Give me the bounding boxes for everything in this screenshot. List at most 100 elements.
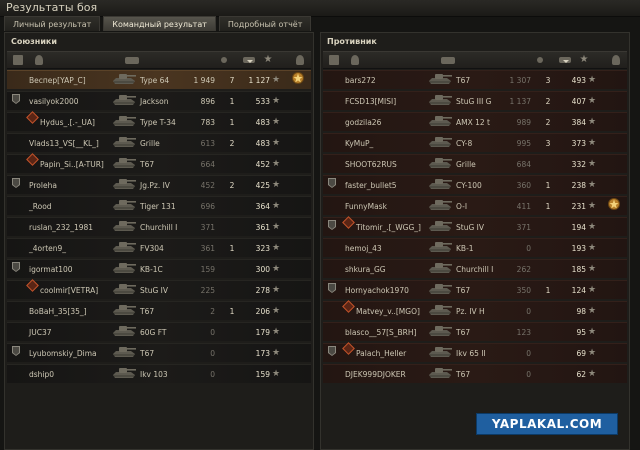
star-icon[interactable]: ★ bbox=[263, 55, 273, 65]
score-value: 452 bbox=[255, 160, 270, 169]
player-name[interactable]: vasilyok2000 bbox=[29, 92, 79, 111]
player-name[interactable]: Papin_Si..[A-TUR] bbox=[40, 155, 104, 174]
dot-icon[interactable] bbox=[221, 57, 227, 63]
player-row[interactable]: igormat100 KB-1C 159 300 ★ bbox=[7, 259, 311, 278]
player-row[interactable]: Titomir_.[_WGG_] StuG IV 371 194 ★ bbox=[323, 216, 627, 237]
player-name[interactable]: Hornyachok1970 bbox=[345, 281, 409, 300]
player-name[interactable]: _Rood bbox=[29, 197, 52, 216]
player-name[interactable]: DJEK999DJOKER bbox=[345, 365, 406, 384]
player-row[interactable]: Proleha Jg.Pz. IV 452 2 425 ★ bbox=[7, 175, 311, 194]
player-row[interactable]: ruslan_232_1981 Churchill I 371 361 ★ bbox=[7, 217, 311, 236]
player-row[interactable]: DJEK999DJOKER T67 0 62 ★ bbox=[323, 364, 627, 383]
person-icon-2[interactable] bbox=[612, 55, 620, 65]
player-row[interactable]: KyMuP_ CY-8 995 3 373 ★ bbox=[323, 133, 627, 152]
square-icon[interactable] bbox=[13, 55, 23, 65]
medal-icon[interactable] bbox=[291, 71, 305, 85]
player-row[interactable]: blasco__57[S_BRH] T67 123 95 ★ bbox=[323, 322, 627, 341]
kills-value: 1 bbox=[545, 202, 551, 211]
person-icon[interactable] bbox=[35, 55, 43, 65]
player-name[interactable]: faster_bullet5 bbox=[345, 176, 397, 195]
player-name[interactable]: igormat100 bbox=[29, 260, 73, 279]
tab-personal-result[interactable]: Личный результат bbox=[4, 16, 101, 31]
player-row[interactable]: coolmir[VETRA] StuG IV 225 278 ★ bbox=[7, 279, 311, 300]
star-icon: ★ bbox=[588, 264, 597, 274]
player-row[interactable]: BoBaH_35[35_] T67 2 1 206 ★ bbox=[7, 301, 311, 320]
tank-icon bbox=[111, 71, 137, 85]
player-name[interactable]: Palach_Heller bbox=[356, 344, 406, 363]
damage-value: 411 bbox=[516, 202, 531, 211]
player-row[interactable]: FCSD13[MISI] StuG III G 1 137 2 407 ★ bbox=[323, 91, 627, 110]
player-name[interactable]: coolmir[VETRA] bbox=[40, 281, 98, 300]
tank-name: StuG IV bbox=[140, 286, 168, 295]
star-icon: ★ bbox=[588, 96, 597, 106]
player-name[interactable]: _4orten9_ bbox=[29, 239, 66, 258]
player-name[interactable]: ruslan_232_1981 bbox=[29, 218, 93, 237]
player-name[interactable]: Веспер[YAP_C] bbox=[29, 71, 86, 90]
player-row-self[interactable]: Веспер[YAP_C] Type 64 1 949 7 1 127 ★ bbox=[7, 70, 311, 89]
player-row[interactable]: Hydus_.[.-_UA] Type T-34 783 1 483 ★ bbox=[7, 111, 311, 132]
tank-icon bbox=[111, 155, 137, 169]
player-row[interactable]: dship0 Ikv 103 0 159 ★ bbox=[7, 364, 311, 383]
player-name[interactable]: Proleha bbox=[29, 176, 57, 195]
dot-icon[interactable] bbox=[537, 57, 543, 63]
tank-icon bbox=[427, 260, 453, 274]
tank-icon[interactable] bbox=[125, 57, 139, 64]
tab-team-result[interactable]: Командный результат bbox=[103, 16, 216, 31]
player-row[interactable]: Matvey_v..[MGO] Pz. IV H 0 98 ★ bbox=[323, 300, 627, 321]
player-name[interactable]: blasco__57[S_BRH] bbox=[345, 323, 416, 342]
kills-value: 2 bbox=[545, 118, 551, 127]
medal-icon[interactable] bbox=[607, 197, 621, 211]
player-name[interactable]: godzila26 bbox=[345, 113, 381, 132]
player-row[interactable]: bars272 T67 1 307 3 493 ★ bbox=[323, 70, 627, 89]
player-name[interactable]: dship0 bbox=[29, 365, 54, 384]
player-row[interactable]: _Rood Tiger 131 696 364 ★ bbox=[7, 196, 311, 215]
player-row[interactable]: SHOOT62RUS Grille 684 332 ★ bbox=[323, 154, 627, 173]
player-row[interactable]: shkura_GG Churchill I 262 185 ★ bbox=[323, 259, 627, 278]
star-icon: ★ bbox=[272, 159, 281, 169]
kills-value: 3 bbox=[545, 139, 551, 148]
tank-name: Ikv 103 bbox=[140, 370, 168, 379]
player-row[interactable]: Papin_Si..[A-TUR] T67 664 452 ★ bbox=[7, 153, 311, 174]
tank-name: Jg.Pz. IV bbox=[140, 181, 170, 190]
player-name[interactable]: KyMuP_ bbox=[345, 134, 373, 153]
damage-value: 159 bbox=[200, 265, 215, 274]
player-row[interactable]: FunnyMask O-I 411 1 231 ★ bbox=[323, 196, 627, 215]
player-name[interactable]: BoBaH_35[35_] bbox=[29, 302, 87, 321]
player-row[interactable]: vasilyok2000 Jackson 896 1 533 ★ bbox=[7, 91, 311, 110]
person-icon[interactable] bbox=[351, 55, 359, 65]
tank-name: AMX 12 t bbox=[456, 118, 490, 127]
player-name[interactable]: Hydus_.[.-_UA] bbox=[40, 113, 95, 132]
player-row[interactable]: JUC37 60G FT 0 179 ★ bbox=[7, 322, 311, 341]
player-name[interactable]: Vlads13_VS[__KL_] bbox=[29, 134, 99, 153]
tank-icon[interactable] bbox=[441, 57, 455, 64]
player-name[interactable]: Titomir_.[_WGG_] bbox=[356, 218, 421, 237]
player-row[interactable]: _4orten9_ FV304 361 1 323 ★ bbox=[7, 238, 311, 257]
player-name[interactable]: SHOOT62RUS bbox=[345, 155, 397, 174]
player-name[interactable]: bars272 bbox=[345, 71, 376, 90]
player-name[interactable]: JUC37 bbox=[29, 323, 51, 342]
damage-value: 896 bbox=[200, 97, 215, 106]
square-icon[interactable] bbox=[329, 55, 339, 65]
player-row[interactable]: Lyubomskiy_Dima T67 0 173 ★ bbox=[7, 343, 311, 362]
player-row[interactable]: hemoj_43 KB-1 0 193 ★ bbox=[323, 238, 627, 257]
tab-detailed-report[interactable]: Подробный отчёт bbox=[218, 16, 312, 31]
player-row[interactable]: Palach_Heller Ikv 65 II 0 69 ★ bbox=[323, 342, 627, 363]
score-value: 185 bbox=[571, 265, 586, 274]
player-row[interactable]: godzila26 AMX 12 t 989 2 384 ★ bbox=[323, 112, 627, 131]
player-name[interactable]: Matvey_v..[MGO] bbox=[356, 302, 420, 321]
player-name[interactable]: Lyubomskiy_Dima bbox=[29, 344, 97, 363]
star-icon[interactable]: ★ bbox=[579, 55, 589, 65]
player-name[interactable]: FCSD13[MISI] bbox=[345, 92, 396, 111]
player-row[interactable]: Hornyachok1970 T67 350 1 124 ★ bbox=[323, 280, 627, 299]
damage-value: 613 bbox=[200, 139, 215, 148]
player-row[interactable]: Vlads13_VS[__KL_] Grille 613 2 483 ★ bbox=[7, 133, 311, 152]
player-name[interactable]: FunnyMask bbox=[345, 197, 387, 216]
kills-value: 3 bbox=[545, 76, 551, 85]
player-name[interactable]: hemoj_43 bbox=[345, 239, 382, 258]
player-name[interactable]: shkura_GG bbox=[345, 260, 386, 279]
player-row[interactable]: faster_bullet5 CY-100 360 1 238 ★ bbox=[323, 175, 627, 194]
score-value: 1 127 bbox=[248, 76, 270, 85]
star-icon: ★ bbox=[272, 180, 281, 190]
person-icon-2[interactable] bbox=[296, 55, 304, 65]
allies-panel: Союзники ★ Веспер[YAP_C] Type 64 1 949 7 1 1… bbox=[4, 32, 314, 450]
